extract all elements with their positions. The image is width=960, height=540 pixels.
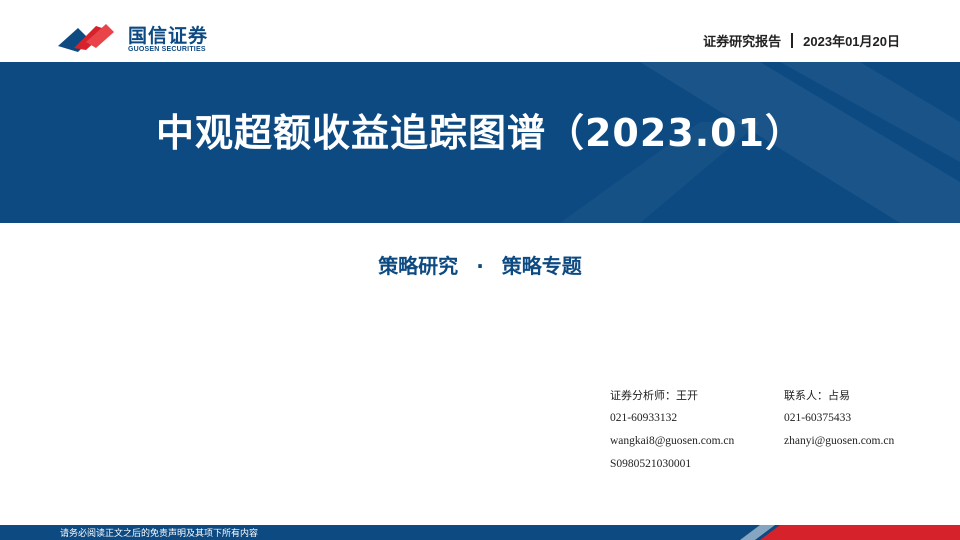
report-title: 中观超额收益追踪图谱（2023.01） [155, 111, 805, 155]
guosen-logo-icon [58, 24, 114, 52]
report-date: 2023年01月20日 [803, 34, 900, 49]
category-secondary: 策略专题 [501, 254, 582, 278]
report-meta: 证券研究报告 2023年01月20日 [703, 31, 900, 50]
guosen-logo: 国信证券 GUOSEN SECURITIES [56, 18, 216, 58]
report-type: 证券研究报告 [703, 34, 782, 49]
contact-phone: 021-60375433 [784, 412, 852, 424]
analyst-license: S0980521030001 [610, 458, 692, 470]
analyst-name: 证券分析师：王开 [610, 389, 698, 402]
contact-email: zhanyi@guosen.com.cn [784, 435, 895, 447]
footer-disclaimer: 请务必阅读正文之后的免责声明及其项下所有内容 [60, 529, 259, 539]
category-primary: 策略研究 [378, 254, 459, 278]
report-category: 策略研究 · 策略专题 [0, 250, 960, 279]
analyst-info: 证券分析师：王开 021-60933132 wangkai8@guosen.co… [610, 384, 790, 476]
category-separator: · [476, 254, 484, 278]
title-banner: 中观超额收益追踪图谱（2023.01） [0, 62, 960, 223]
contact-info: 联系人：占易 021-60375433 zhanyi@guosen.com.cn [784, 384, 960, 453]
logo-chinese-name: 国信证券 [128, 25, 209, 47]
page-footer: 请务必阅读正文之后的免责声明及其项下所有内容 [0, 525, 960, 540]
analyst-phone: 021-60933132 [610, 412, 678, 424]
contact-name: 联系人：占易 [784, 389, 850, 402]
meta-divider [791, 33, 794, 48]
logo-english-name: GUOSEN SECURITIES [128, 46, 206, 53]
page-header: 国信证券 GUOSEN SECURITIES 证券研究报告 2023年01月20… [0, 0, 960, 62]
analyst-email: wangkai8@guosen.com.cn [610, 435, 735, 447]
